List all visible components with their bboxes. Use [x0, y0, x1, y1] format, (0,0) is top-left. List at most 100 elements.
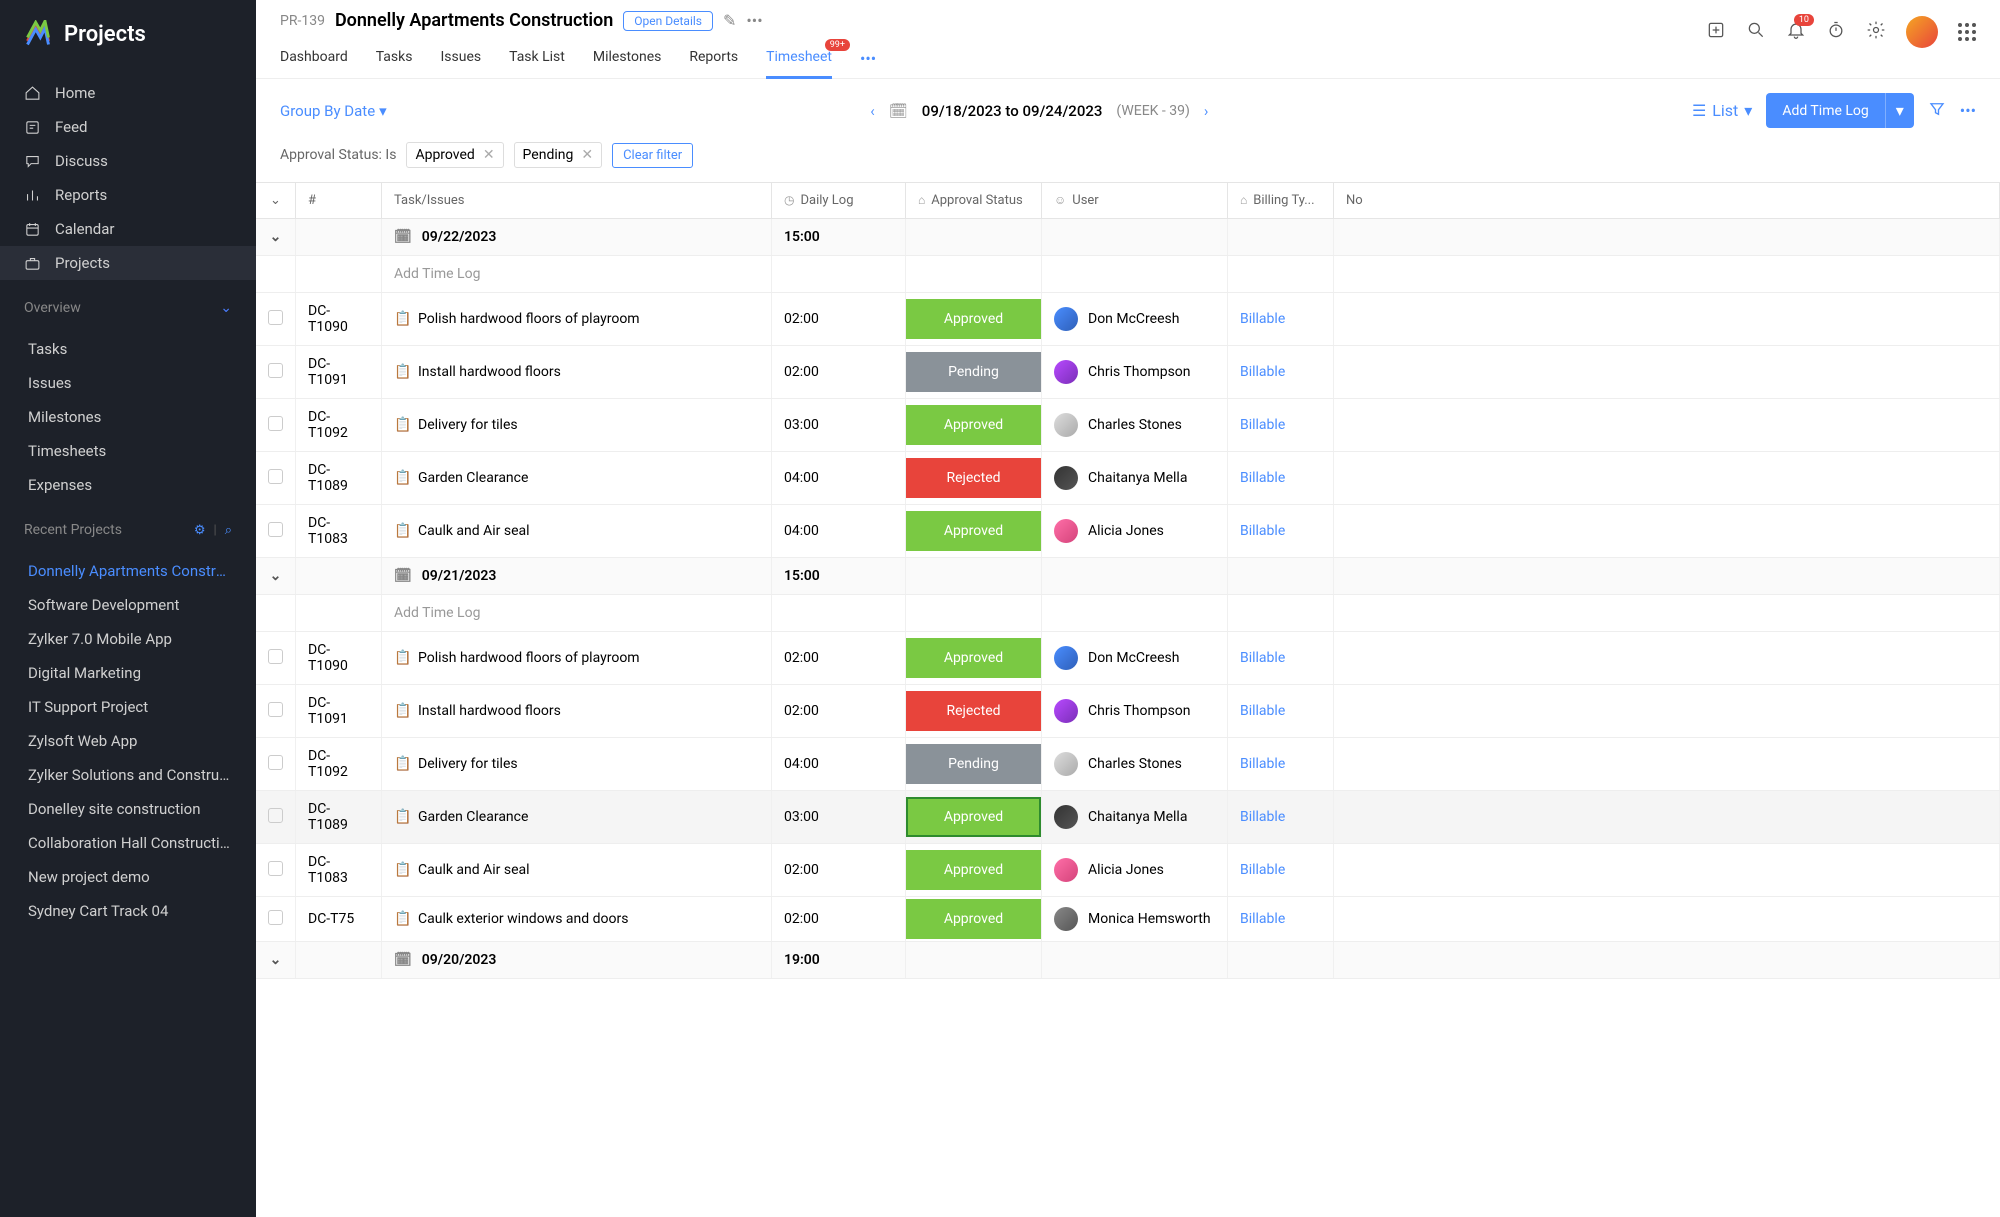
add-log-row[interactable]: Add Time Log — [256, 595, 2000, 632]
clear-filter-button[interactable]: Clear filter — [612, 143, 693, 168]
add-time-log-cell[interactable]: Add Time Log — [382, 256, 772, 293]
add-time-log-cell[interactable]: Add Time Log — [382, 595, 772, 632]
prev-week-button[interactable]: ‹ — [870, 102, 875, 120]
billing-type[interactable]: Billable — [1240, 911, 1285, 927]
row-checkbox[interactable] — [268, 416, 283, 431]
recent-project-item[interactable]: Donelley site construction — [0, 792, 256, 826]
recent-project-item[interactable]: Zylker Solutions and Constructions — [0, 758, 256, 792]
tab-reports[interactable]: Reports — [689, 39, 738, 78]
settings-icon[interactable] — [1866, 20, 1886, 44]
billing-type[interactable]: Billable — [1240, 311, 1285, 327]
subnav-tasks[interactable]: Tasks — [0, 332, 256, 366]
col-billing[interactable]: ⌂Billing Ty... — [1228, 183, 1334, 219]
overview-header[interactable]: Overview ⌄ — [0, 288, 256, 324]
view-dropdown[interactable]: ☰List▾ — [1692, 101, 1752, 120]
next-week-button[interactable]: › — [1204, 102, 1209, 120]
approval-status[interactable]: Approved — [906, 850, 1041, 890]
tab-dashboard[interactable]: Dashboard — [280, 39, 348, 78]
col-notes[interactable]: No — [1334, 183, 2000, 219]
add-time-log-dropdown[interactable]: ▾ — [1885, 93, 1914, 128]
row-checkbox[interactable] — [268, 522, 283, 537]
row-checkbox[interactable] — [268, 649, 283, 664]
table-row[interactable]: DC-T1091📋Install hardwood floors02:00Rej… — [256, 685, 2000, 738]
row-checkbox[interactable] — [268, 469, 283, 484]
collapse-toggle[interactable]: ⌄ — [256, 942, 296, 979]
table-row[interactable]: DC-T1083📋Caulk and Air seal04:00Approved… — [256, 505, 2000, 558]
nav-calendar[interactable]: Calendar — [0, 212, 256, 246]
notifications-icon[interactable]: 10 — [1786, 20, 1806, 44]
table-row[interactable]: DC-T1083📋Caulk and Air seal02:00Approved… — [256, 844, 2000, 897]
table-row[interactable]: DC-T75📋Caulk exterior windows and doors0… — [256, 897, 2000, 942]
billing-type[interactable]: Billable — [1240, 809, 1285, 825]
subnav-expenses[interactable]: Expenses — [0, 468, 256, 502]
row-checkbox[interactable] — [268, 808, 283, 823]
billing-type[interactable]: Billable — [1240, 862, 1285, 878]
add-icon[interactable] — [1706, 20, 1726, 44]
row-checkbox[interactable] — [268, 755, 283, 770]
tab-timesheet[interactable]: Timesheet99+ — [766, 39, 832, 79]
table-row[interactable]: DC-T1092📋Delivery for tiles03:00Approved… — [256, 399, 2000, 452]
subnav-issues[interactable]: Issues — [0, 366, 256, 400]
table-row[interactable]: DC-T1089📋Garden Clearance03:00ApprovedCh… — [256, 791, 2000, 844]
remove-chip-icon[interactable]: ✕ — [483, 147, 495, 163]
row-checkbox[interactable] — [268, 910, 283, 925]
recent-project-item[interactable]: New project demo — [0, 860, 256, 894]
user-avatar[interactable] — [1906, 16, 1938, 48]
nav-home[interactable]: Home — [0, 76, 256, 110]
col-approval[interactable]: ⌂Approval Status — [906, 183, 1042, 219]
more-icon[interactable]: ••• — [746, 11, 762, 30]
add-time-log-button[interactable]: Add Time Log — [1766, 93, 1884, 128]
billing-type[interactable]: Billable — [1240, 523, 1285, 539]
edit-icon[interactable]: ✎ — [723, 11, 736, 30]
billing-type[interactable]: Billable — [1240, 364, 1285, 380]
approval-status[interactable]: Approved — [906, 299, 1041, 339]
subnav-timesheets[interactable]: Timesheets — [0, 434, 256, 468]
add-log-row[interactable]: Add Time Log — [256, 256, 2000, 293]
row-checkbox[interactable] — [268, 363, 283, 378]
recent-project-item[interactable]: Digital Marketing — [0, 656, 256, 690]
approval-status[interactable]: Pending — [906, 352, 1041, 392]
recent-project-item[interactable]: Sydney Cart Track 04 — [0, 894, 256, 928]
approval-status[interactable]: Rejected — [906, 458, 1041, 498]
open-details-button[interactable]: Open Details — [623, 11, 713, 31]
approval-status[interactable]: Approved — [906, 405, 1041, 445]
recent-project-item[interactable]: IT Support Project — [0, 690, 256, 724]
approval-status[interactable]: Approved — [906, 797, 1041, 837]
col-daily[interactable]: ◷Daily Log — [772, 183, 906, 219]
row-checkbox[interactable] — [268, 702, 283, 717]
app-logo[interactable]: Projects — [0, 0, 256, 68]
table-row[interactable]: DC-T1091📋Install hardwood floors02:00Pen… — [256, 346, 2000, 399]
table-row[interactable]: DC-T1090📋Polish hardwood floors of playr… — [256, 632, 2000, 685]
tab-tasklist[interactable]: Task List — [509, 39, 565, 78]
tabs-more-icon[interactable]: ••• — [860, 39, 876, 78]
filter-icon[interactable] — [1928, 100, 1946, 122]
row-checkbox[interactable] — [268, 861, 283, 876]
tab-issues[interactable]: Issues — [440, 39, 481, 78]
calendar-icon[interactable]: 🗓 — [889, 102, 908, 120]
billing-type[interactable]: Billable — [1240, 703, 1285, 719]
collapse-toggle[interactable]: ⌄ — [256, 219, 296, 256]
recent-project-item[interactable]: Donnelly Apartments Construction — [0, 554, 256, 588]
col-user[interactable]: ☺User — [1042, 183, 1228, 219]
nav-projects[interactable]: Projects — [0, 246, 256, 280]
more-icon[interactable]: ••• — [1960, 101, 1976, 120]
nav-feed[interactable]: Feed — [0, 110, 256, 144]
recent-project-item[interactable]: Software Development — [0, 588, 256, 622]
table-row[interactable]: DC-T1090📋Polish hardwood floors of playr… — [256, 293, 2000, 346]
subnav-milestones[interactable]: Milestones — [0, 400, 256, 434]
approval-status[interactable]: Approved — [906, 511, 1041, 551]
billing-type[interactable]: Billable — [1240, 470, 1285, 486]
row-checkbox[interactable] — [268, 310, 283, 325]
apps-icon[interactable] — [1958, 23, 1976, 41]
timer-icon[interactable] — [1826, 20, 1846, 44]
search-icon[interactable] — [1746, 20, 1766, 44]
search-icon[interactable]: ⌕ — [225, 523, 232, 538]
recent-project-item[interactable]: Zylker 7.0 Mobile App — [0, 622, 256, 656]
billing-type[interactable]: Billable — [1240, 650, 1285, 666]
table-row[interactable]: DC-T1089📋Garden Clearance04:00RejectedCh… — [256, 452, 2000, 505]
col-hash[interactable]: # — [296, 183, 382, 219]
approval-status[interactable]: Rejected — [906, 691, 1041, 731]
approval-status[interactable]: Pending — [906, 744, 1041, 784]
collapse-toggle[interactable]: ⌄ — [256, 558, 296, 595]
col-expand[interactable]: ⌄ — [256, 183, 296, 219]
